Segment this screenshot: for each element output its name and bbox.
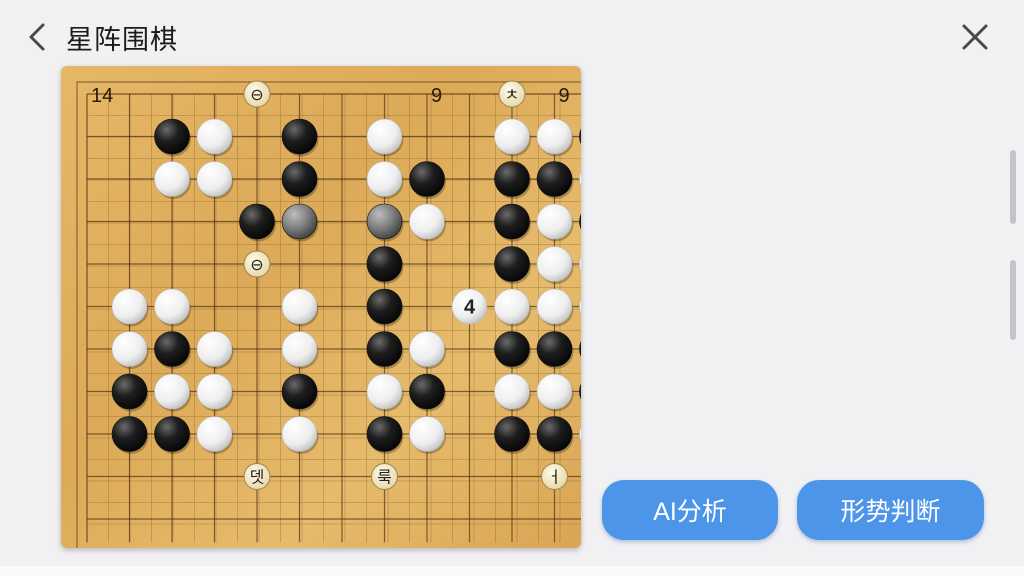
black-stone [579, 128, 581, 145]
black-stone [409, 373, 445, 410]
black-stone [579, 341, 581, 357]
white-stone [409, 416, 445, 452]
white-stone [366, 373, 403, 410]
white-stone [196, 161, 233, 197]
board-coordinate-label: 9 [431, 85, 442, 107]
gray-stone [366, 203, 403, 240]
white-stone [196, 416, 233, 452]
labeled-white-stone [579, 256, 581, 272]
black-stone [154, 118, 190, 155]
black-stone [366, 246, 403, 282]
stone-label: 4 [464, 297, 476, 319]
black-stone [366, 331, 403, 367]
black-stone [579, 383, 581, 400]
white-stone [494, 288, 530, 325]
close-button[interactable] [958, 20, 992, 54]
black-stone [366, 288, 403, 325]
close-icon [962, 24, 988, 50]
page-title: 星阵围棋 [66, 25, 178, 55]
white-stone [154, 161, 190, 197]
white-stone [494, 373, 530, 410]
top-bar: 星阵围棋 [0, 0, 1024, 70]
token-label: ㅊ [505, 85, 520, 104]
black-stone [536, 161, 573, 197]
white-stone [196, 331, 233, 367]
black-stone [579, 213, 581, 230]
chevron-left-icon [29, 23, 45, 51]
white-stone [536, 373, 573, 410]
black-stone [111, 373, 148, 410]
scrollbar-thumb-upper[interactable] [1010, 150, 1016, 224]
board-canvas[interactable]: 1499 44⊖⊖ㅊ뎃룩ㅓ [61, 66, 581, 548]
white-stone [196, 373, 233, 410]
black-stone [494, 331, 530, 367]
black-stone [281, 373, 318, 410]
token-label: 룩 [377, 468, 392, 487]
white-stone [536, 203, 573, 240]
white-stone [154, 373, 190, 410]
black-stone [154, 416, 190, 452]
black-stone [494, 246, 530, 282]
black-stone [366, 416, 403, 452]
black-stone [494, 203, 530, 240]
bottom-strip [0, 566, 1024, 576]
white-stone [536, 246, 573, 282]
white-stone [409, 331, 445, 367]
gray-stone [281, 203, 318, 240]
black-stone [281, 118, 318, 155]
token-label: ⊖ [250, 85, 263, 104]
black-stone [494, 161, 530, 197]
white-stone [111, 331, 148, 367]
token-label: ⊖ [250, 255, 263, 274]
board-coordinates: 14 9 9 [91, 85, 570, 107]
white-stone [366, 161, 403, 197]
board-stones[interactable] [111, 118, 581, 454]
token-label: ㅓ [547, 468, 562, 487]
white-stone [579, 298, 581, 315]
back-button[interactable] [22, 20, 54, 54]
white-stone [281, 416, 318, 452]
token-label: 뎃 [250, 468, 265, 487]
white-stone [536, 288, 573, 325]
white-stone [196, 118, 233, 155]
white-stone [111, 288, 148, 325]
white-stone [579, 171, 581, 187]
scrollbar-thumb-lower[interactable] [1010, 260, 1016, 340]
white-stone [536, 118, 573, 155]
black-stone [281, 161, 318, 197]
black-stone [536, 416, 573, 452]
black-stone [154, 331, 190, 367]
white-stone [579, 426, 581, 442]
board-coordinate-label: 14 [91, 85, 113, 107]
scrollbar[interactable] [1008, 150, 1018, 340]
white-stone [366, 118, 403, 155]
black-stone [111, 416, 148, 452]
go-board[interactable]: 1499 44⊖⊖ㅊ뎃룩ㅓ [61, 66, 581, 548]
board-coordinate-label: 9 [559, 85, 570, 107]
position-judgement-button[interactable]: 形势判断 [797, 480, 984, 540]
black-stone [536, 331, 573, 367]
black-stone [239, 203, 275, 240]
white-stone [281, 288, 318, 325]
ai-analysis-button[interactable]: AI分析 [602, 480, 778, 540]
black-stone [494, 416, 530, 452]
white-stone [281, 331, 318, 367]
black-stone [409, 161, 445, 197]
white-stone [494, 118, 530, 155]
white-stone [409, 203, 445, 240]
white-stone [154, 288, 190, 325]
